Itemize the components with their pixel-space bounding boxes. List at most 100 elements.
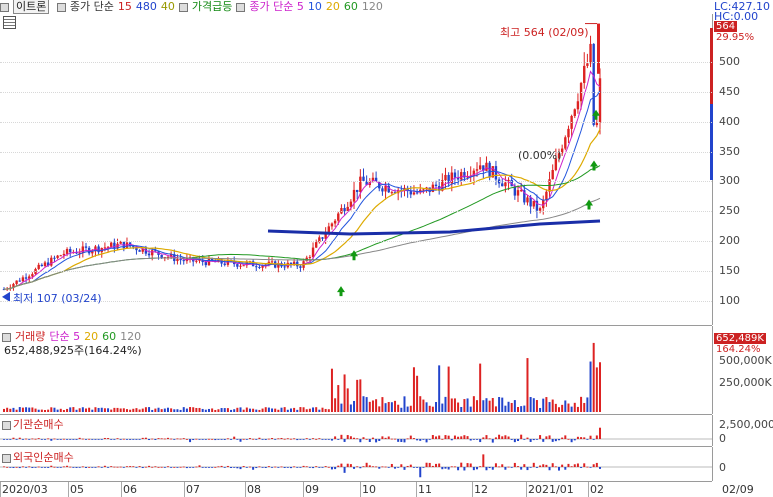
candle-body — [15, 280, 18, 284]
foreign-bar — [50, 465, 53, 467]
volume-bar — [66, 408, 69, 412]
legend-item[interactable]: 20 — [326, 0, 340, 13]
institution-bar — [485, 435, 488, 439]
volume-bar — [466, 398, 469, 412]
institution-bar — [416, 439, 419, 441]
volume-bar — [510, 402, 513, 412]
candle-body — [69, 249, 72, 253]
legend-checkbox-icon[interactable] — [178, 2, 188, 12]
legend-item[interactable]: 120 — [362, 0, 383, 13]
legend-checkbox-icon[interactable] — [0, 2, 9, 12]
foreign-bar — [520, 467, 523, 470]
legend-item[interactable]: 60 — [344, 0, 358, 13]
institution-bar — [564, 435, 567, 439]
candle-body — [463, 172, 466, 178]
foreign-bar — [154, 466, 157, 468]
foreign-bar — [258, 466, 261, 468]
volume-bar — [217, 409, 220, 412]
institution-chart[interactable] — [0, 415, 712, 446]
foreign-bar — [163, 467, 166, 468]
trendline — [267, 219, 601, 236]
volume-bar — [595, 367, 598, 412]
volume-chart[interactable] — [0, 326, 712, 414]
volume-bar — [72, 407, 75, 412]
stock-name[interactable]: 이트론 — [13, 0, 50, 14]
institution-bar — [160, 438, 163, 440]
volume-bar — [53, 407, 56, 412]
foreign-bar — [425, 462, 428, 467]
candle-body — [381, 188, 384, 192]
institution-bar — [157, 438, 160, 439]
foreign-bar — [368, 465, 371, 467]
legend-item[interactable]: 종가 단순 — [70, 0, 114, 13]
volume-bar — [9, 408, 12, 412]
legend-item[interactable]: 40 — [161, 0, 175, 13]
foreign-bar — [450, 466, 453, 468]
x-axis-divider — [68, 482, 69, 497]
foreign-bar — [15, 466, 18, 468]
institution-bar — [141, 437, 144, 439]
legend-item[interactable]: 가격급등 — [192, 0, 232, 13]
institution-bar — [9, 439, 12, 440]
candle-body — [179, 258, 182, 261]
foreign-bar — [267, 466, 270, 467]
volume-bar — [394, 400, 397, 412]
institution-bar — [56, 439, 59, 440]
volume-bar — [583, 402, 586, 412]
legend-item[interactable]: 10 — [308, 0, 322, 13]
legend-checkbox-icon[interactable] — [236, 2, 246, 12]
price-surge-arrow-icon — [337, 286, 345, 297]
institution-bar — [576, 436, 579, 439]
foreign-bar — [103, 465, 106, 467]
legend-checkbox-icon[interactable] — [56, 2, 66, 12]
candle-body — [195, 260, 198, 262]
foreign-bar — [214, 466, 217, 468]
foreign-bar — [513, 462, 516, 467]
institution-bar — [365, 438, 368, 440]
volume-bar — [170, 408, 173, 412]
institution-bar — [148, 439, 151, 441]
institution-bar — [66, 439, 69, 440]
institution-bar — [226, 438, 229, 440]
foreign-chart[interactable] — [0, 447, 712, 481]
mid-annotation: (0.00%) — [518, 149, 562, 162]
foreign-bar — [428, 462, 431, 467]
volume-bar — [479, 363, 482, 412]
candle-body — [412, 192, 416, 195]
institution-bar — [220, 439, 223, 440]
candle-body — [53, 257, 56, 259]
volume-bar — [529, 397, 532, 412]
volume-bar — [422, 399, 425, 412]
candle-body — [422, 189, 425, 191]
foreign-bar — [510, 467, 513, 468]
legend-item[interactable]: 15 — [118, 0, 132, 13]
foreign-bar — [384, 466, 387, 468]
volume-bar — [189, 407, 192, 412]
foreign-bar — [334, 467, 337, 470]
foreign-bar — [185, 467, 188, 469]
volume-bar — [365, 397, 368, 412]
price-chart[interactable] — [0, 14, 712, 325]
volume-bar — [450, 398, 453, 412]
institution-bar — [195, 438, 198, 440]
institution-bar — [198, 439, 201, 440]
institution-bar — [274, 439, 277, 440]
legend-item[interactable]: 종가 단순 5 — [249, 0, 303, 13]
institution-bar — [119, 439, 122, 440]
candle-body — [538, 208, 542, 211]
institution-bar — [580, 437, 583, 439]
legend-item[interactable]: 480 — [136, 0, 157, 13]
institution-bar — [154, 439, 157, 440]
candle-body — [504, 182, 507, 187]
volume-bar — [463, 399, 466, 412]
foreign-bar — [192, 467, 195, 468]
volume-bar — [409, 405, 412, 412]
foreign-bar — [47, 467, 50, 468]
institution-bar — [173, 439, 176, 440]
candle-body — [283, 266, 286, 268]
volume-bar — [258, 409, 261, 412]
volume-bar — [207, 408, 210, 412]
institution-bar — [84, 439, 87, 440]
foreign-bar — [204, 467, 207, 468]
foreign-bar — [422, 467, 425, 468]
